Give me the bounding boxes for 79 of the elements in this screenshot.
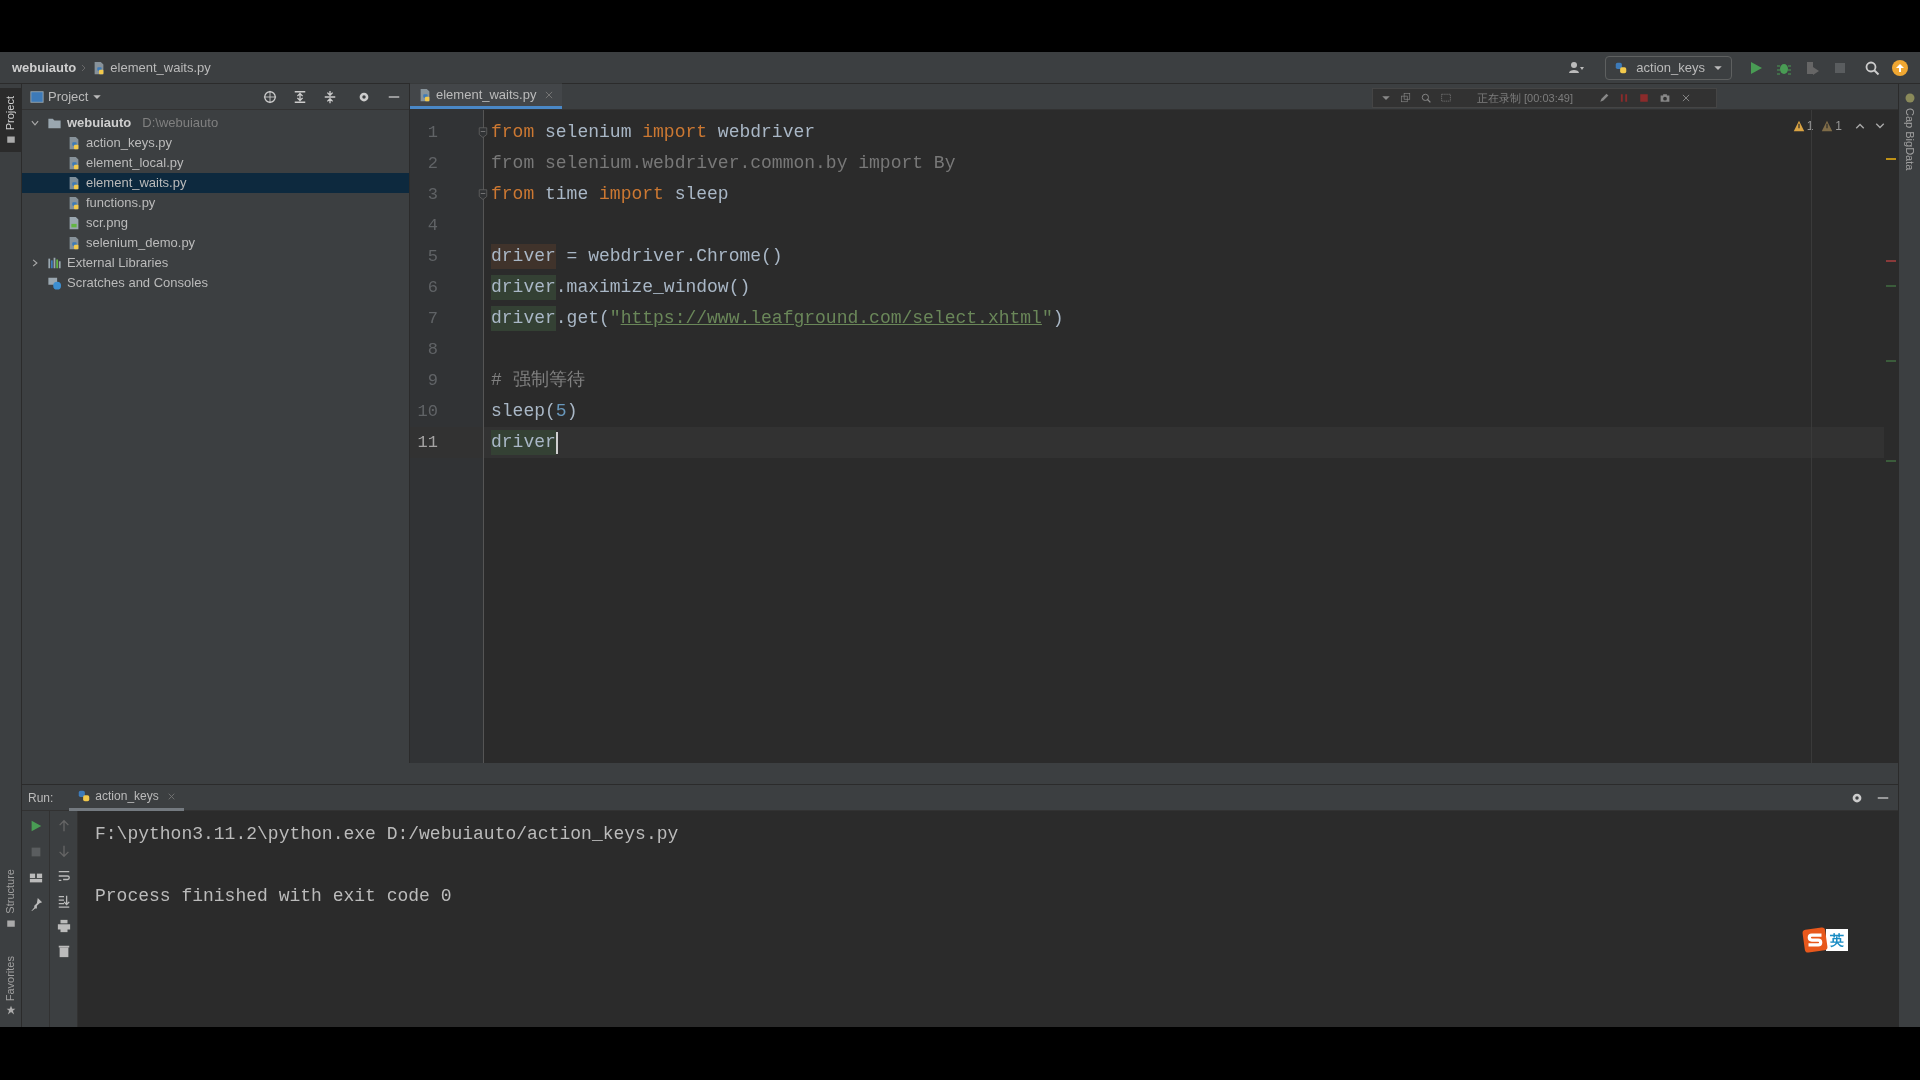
zoom-icon[interactable] — [1421, 93, 1431, 103]
python-file-icon — [67, 236, 81, 250]
stripe-mark — [1886, 260, 1896, 262]
code-line: from selenium import webdriver — [491, 121, 816, 144]
update-icon[interactable] — [1892, 59, 1908, 76]
python-file-icon — [67, 156, 81, 170]
tool-window-tab[interactable]: Project — [0, 88, 21, 153]
expand-all-icon[interactable] — [293, 89, 307, 104]
print-icon[interactable] — [56, 919, 71, 933]
python-logo-icon — [77, 789, 92, 803]
tree-item[interactable]: Scratches and Consoles — [22, 273, 409, 293]
tree-item[interactable]: functions.py — [22, 193, 409, 213]
soft-wrap-icon[interactable] — [56, 869, 71, 883]
warning-icon — [1821, 120, 1834, 132]
star-icon — [5, 1005, 16, 1015]
python-file-icon — [67, 196, 81, 210]
camera-icon[interactable] — [1659, 93, 1671, 103]
tree-item[interactable]: selenium_demo.py — [22, 233, 409, 253]
scroll-to-end-icon[interactable] — [56, 894, 71, 908]
fold-icon[interactable] — [477, 125, 489, 140]
code-line: driver.get("https://www.leafground.com/select.xhtml") — [491, 303, 1064, 334]
close-icon[interactable] — [166, 791, 176, 801]
trash-icon[interactable] — [56, 944, 71, 958]
layout-icon[interactable] — [28, 871, 43, 885]
code-line: from time import sleep — [491, 183, 729, 206]
tree-item[interactable]: scr.png — [22, 213, 409, 233]
python-file-icon — [67, 136, 81, 150]
text-cursor — [555, 431, 558, 454]
scratches-icon — [47, 276, 62, 290]
pencil-icon[interactable] — [1599, 93, 1609, 103]
stripe-mark — [1886, 460, 1896, 462]
python-file-icon — [67, 176, 81, 190]
search-icon[interactable] — [1864, 59, 1880, 76]
locate-icon[interactable] — [263, 89, 277, 104]
weak-warning-count[interactable]: 1 — [1821, 117, 1842, 135]
editor-tab[interactable]: element_waits.py — [410, 83, 563, 109]
close-icon[interactable] — [544, 89, 555, 100]
ime-logo-icon — [1802, 927, 1828, 953]
fold-icon[interactable] — [477, 187, 489, 202]
breadcrumb[interactable]: element_waits.py — [110, 57, 211, 78]
code-line: driver = webdriver.Chrome() — [491, 241, 783, 272]
close-icon[interactable] — [1681, 93, 1691, 103]
stripe-mark — [1886, 360, 1896, 362]
tree-item[interactable]: element_waits.py — [22, 173, 409, 193]
run-config-dropdown[interactable]: action_keys — [1605, 55, 1732, 80]
tool-window-tab[interactable]: Cap BigData — [1901, 92, 1918, 171]
recording-status: 正在录制 [00:03:49] — [1477, 90, 1573, 106]
run-icon[interactable] — [1748, 59, 1764, 76]
region-icon[interactable] — [1441, 93, 1451, 103]
run-tab[interactable]: action_keys — [69, 784, 184, 811]
run-label: Run: — [28, 789, 54, 807]
code-line: sleep(5) — [491, 400, 578, 423]
folder-icon — [47, 116, 62, 130]
console-line: Process finished with exit code 0 — [95, 885, 452, 908]
tree-item[interactable]: External Libraries — [22, 253, 409, 273]
tree-item[interactable]: element_local.py — [22, 153, 409, 173]
windows-icon[interactable] — [1401, 93, 1411, 103]
collapse-all-icon[interactable] — [323, 89, 337, 104]
code-line: from selenium.webdriver.common.by import By — [491, 152, 956, 175]
tree-item[interactable]: webuiauto D:\webuiauto — [22, 113, 409, 133]
ime-language-indicator[interactable]: 英 — [1826, 929, 1848, 951]
python-logo-icon — [1614, 60, 1629, 75]
window-icon — [30, 89, 44, 104]
python-file-icon — [418, 87, 432, 102]
code-line: # 强制等待 — [491, 369, 585, 392]
breadcrumb[interactable]: webuiauto — [12, 57, 77, 78]
warning-icon — [1792, 120, 1805, 132]
code-line: driver.maximize_window() — [491, 272, 751, 303]
stripe-mark — [1886, 158, 1896, 160]
folder-icon — [5, 134, 16, 145]
image-file-icon — [67, 216, 81, 230]
line-number: 11 — [416, 431, 438, 454]
tree-item[interactable]: action_keys.py — [22, 133, 409, 153]
stripe-mark — [1886, 285, 1896, 287]
tool-window-tab[interactable]: Structure — [0, 861, 21, 936]
library-icon — [47, 256, 62, 270]
tool-window-tab[interactable]: Favorites — [0, 947, 21, 1023]
project-view-dropdown[interactable]: Project — [30, 86, 103, 107]
console-line: F:\python3.11.2\python.exe D:/webuiauto/action_keys.py — [95, 823, 679, 846]
